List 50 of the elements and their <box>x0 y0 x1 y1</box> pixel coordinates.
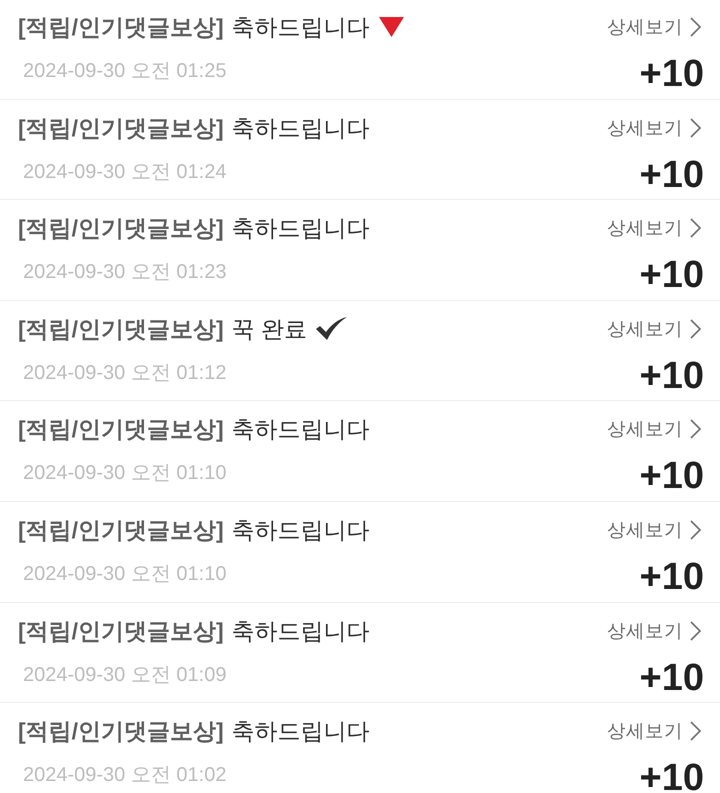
chevron-right-icon <box>690 118 701 138</box>
reward-date: 2024-09-30 오전 01:10 <box>22 461 226 486</box>
reward-title: 축하드립니다 <box>232 114 370 143</box>
reward-date: 2024-09-30 오전 01:02 <box>22 763 226 788</box>
chevron-right-icon <box>690 520 701 540</box>
detail-link[interactable]: 상세보기 <box>607 112 701 144</box>
reward-tag: [적립/인기댓글보상] <box>18 11 224 43</box>
points-value: +10 <box>640 658 704 698</box>
reward-tag: [적립/인기댓글보상] <box>18 514 224 546</box>
detail-link[interactable]: 상세보기 <box>607 312 701 345</box>
reward-tag: [적립/인기댓글보상] <box>18 614 224 647</box>
points-value: +10 <box>640 758 704 793</box>
reward-tag: [적립/인기댓글보상] <box>18 212 224 244</box>
detail-link[interactable]: 상세보기 <box>607 212 701 244</box>
reward-title: 꾹 완료 <box>232 314 308 344</box>
down-triangle-icon <box>378 17 404 37</box>
reward-date: 2024-09-30 오전 01:09 <box>22 662 226 688</box>
points-value: +10 <box>640 154 704 195</box>
reward-title: 축하드립니다 <box>232 516 370 545</box>
reward-date: 2024-09-30 오전 01:24 <box>22 160 226 185</box>
detail-link[interactable]: 상세보기 <box>607 614 701 647</box>
reward-tag: [적립/인기댓글보상] <box>18 715 224 748</box>
points-value: +10 <box>640 556 704 597</box>
reward-tag: [적립/인기댓글보상] <box>18 413 224 446</box>
chevron-right-icon <box>690 419 701 440</box>
detail-link[interactable]: 상세보기 <box>607 413 701 446</box>
reward-title: 축하드립니다 <box>232 415 370 444</box>
points-value: +10 <box>640 456 704 496</box>
detail-link[interactable]: 상세보기 <box>607 514 701 546</box>
chevron-right-icon <box>690 218 701 238</box>
reward-title: 축하드립니다 <box>232 214 370 244</box>
reward-title: 축하드립니다 <box>232 13 370 42</box>
reward-date: 2024-09-30 오전 01:10 <box>22 562 226 587</box>
reward-date: 2024-09-30 오전 01:25 <box>22 59 226 84</box>
reward-title: 축하드립니다 <box>232 616 370 646</box>
reward-date: 2024-09-30 오전 01:23 <box>22 260 226 286</box>
reward-tag: [적립/인기댓글보상] <box>18 112 224 144</box>
reward-title: 축하드립니다 <box>232 717 370 746</box>
chevron-right-icon <box>690 17 701 37</box>
check-icon <box>316 317 348 340</box>
chevron-right-icon <box>690 721 701 742</box>
points-value: +10 <box>640 255 704 296</box>
chevron-right-icon <box>690 620 701 641</box>
reward-tag: [적립/인기댓글보상] <box>18 312 224 345</box>
detail-link[interactable]: 상세보기 <box>607 715 701 748</box>
chevron-right-icon <box>690 318 701 339</box>
points-value: +10 <box>640 54 704 94</box>
detail-link[interactable]: 상세보기 <box>607 11 701 43</box>
points-value: +10 <box>640 356 704 396</box>
reward-date: 2024-09-30 오전 01:12 <box>22 360 226 386</box>
